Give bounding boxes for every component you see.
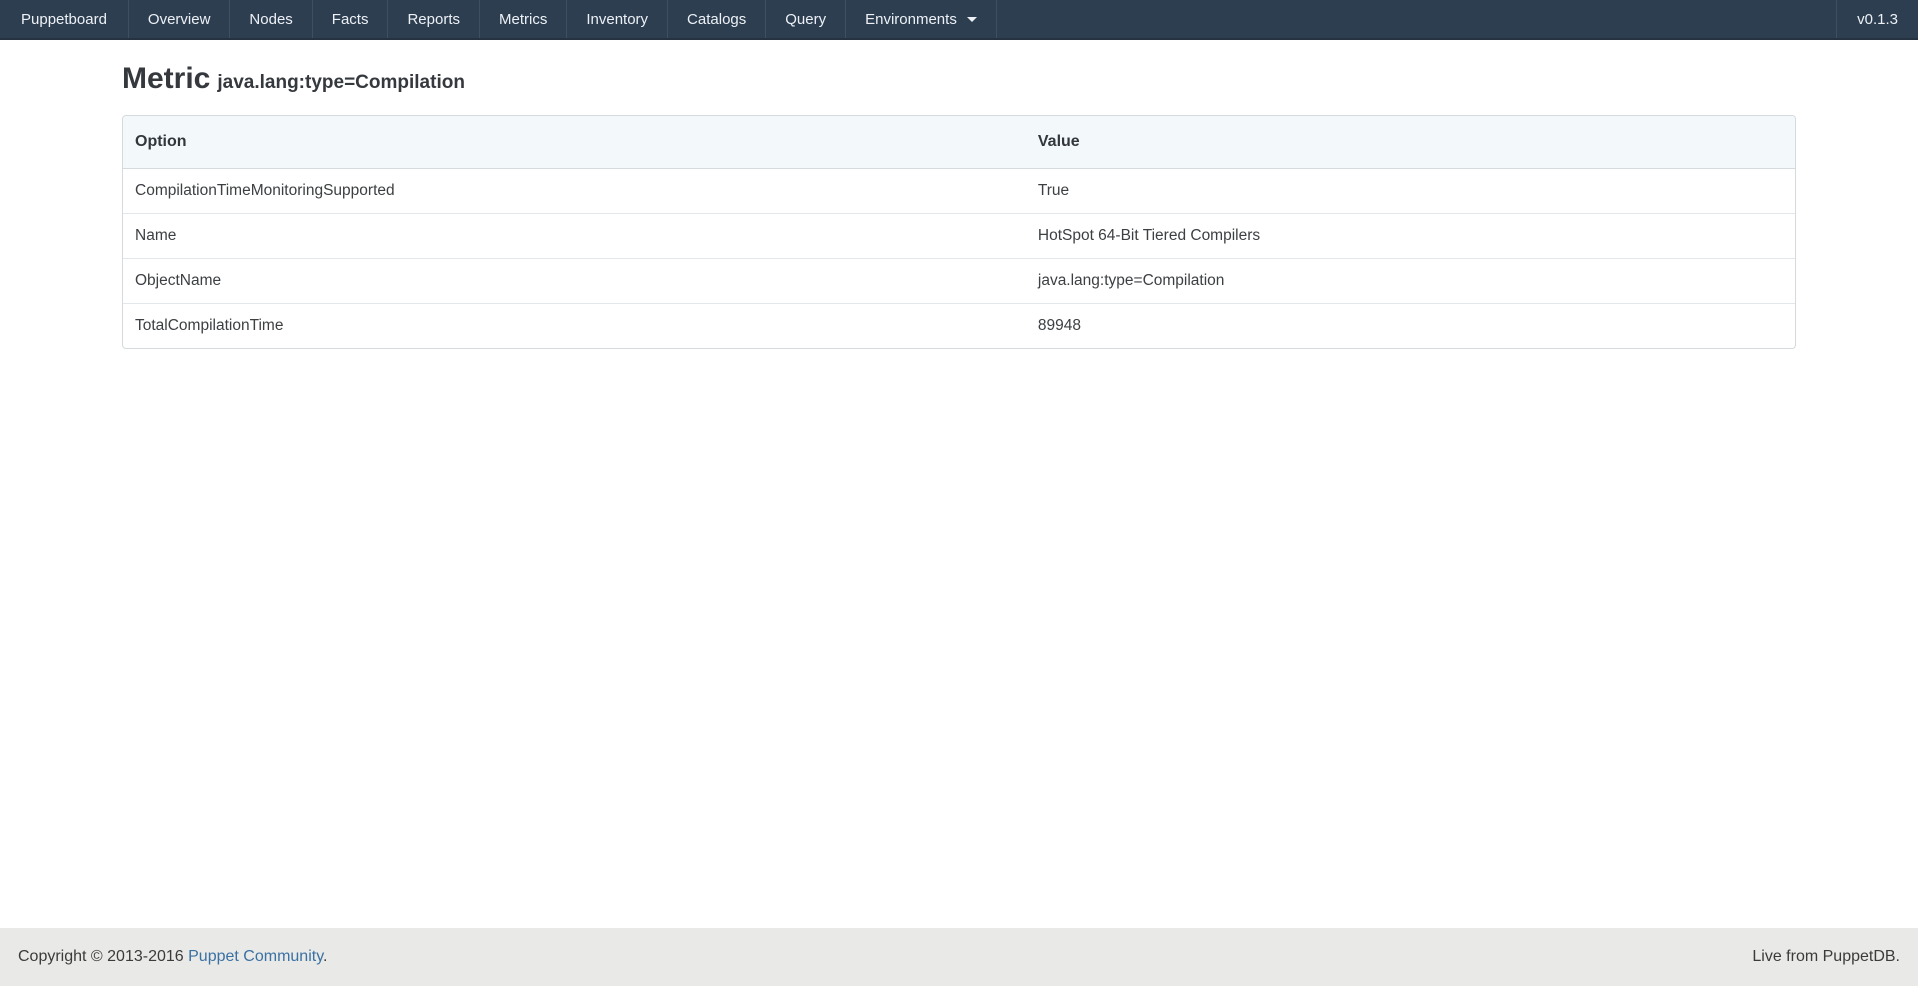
navbar-spacer	[997, 0, 1836, 38]
table-row: CompilationTimeMonitoringSupported True	[123, 169, 1795, 214]
nav-item-label: Query	[785, 11, 826, 28]
nav-dropdown-environments[interactable]: Environments	[846, 0, 997, 38]
nav-item-query[interactable]: Query	[766, 0, 846, 38]
puppet-community-link[interactable]: Puppet Community	[188, 948, 323, 965]
option-cell: TotalCompilationTime	[123, 304, 1026, 348]
page-title: Metric java.lang:type=Compilation	[122, 62, 1796, 97]
table-row: Name HotSpot 64-Bit Tiered Compilers	[123, 214, 1795, 259]
table-header-row: Option Value	[123, 116, 1795, 169]
value-cell: HotSpot 64-Bit Tiered Compilers	[1026, 214, 1795, 259]
nav-item-reports[interactable]: Reports	[388, 0, 480, 38]
option-cell: ObjectName	[123, 259, 1026, 304]
footer: Copyright © 2013-2016 Puppet Community. …	[0, 928, 1918, 986]
version-badge: v0.1.3	[1836, 0, 1918, 38]
navbar-brand[interactable]: Puppetboard	[0, 0, 129, 38]
page-subtitle: java.lang:type=Compilation	[217, 72, 465, 93]
value-cell: java.lang:type=Compilation	[1026, 259, 1795, 304]
footer-copyright: Copyright © 2013-2016 Puppet Community.	[18, 948, 327, 966]
option-cell: CompilationTimeMonitoringSupported	[123, 169, 1026, 214]
nav-item-inventory[interactable]: Inventory	[567, 0, 668, 38]
value-cell: 89948	[1026, 304, 1795, 348]
table-row: ObjectName java.lang:type=Compilation	[123, 259, 1795, 304]
nav-item-metrics[interactable]: Metrics	[480, 0, 567, 38]
copyright-text: Copyright © 2013-2016	[18, 948, 188, 965]
nav-item-label: Metrics	[499, 11, 547, 28]
column-header-value: Value	[1026, 116, 1795, 169]
nav-item-facts[interactable]: Facts	[313, 0, 389, 38]
copyright-period: .	[323, 948, 327, 965]
nav-item-label: Reports	[407, 11, 460, 28]
nav-item-overview[interactable]: Overview	[129, 0, 231, 38]
main-content: Metric java.lang:type=Compilation Option …	[122, 62, 1796, 349]
page-title-text: Metric	[122, 62, 210, 95]
nav-item-label: Overview	[148, 11, 211, 28]
nav-item-nodes[interactable]: Nodes	[230, 0, 312, 38]
nav-item-label: Inventory	[586, 11, 648, 28]
top-navbar: Puppetboard Overview Nodes Facts Reports…	[0, 0, 1918, 40]
nav-item-label: Environments	[865, 11, 957, 28]
footer-status: Live from PuppetDB.	[1752, 948, 1900, 966]
option-cell: Name	[123, 214, 1026, 259]
column-header-option: Option	[123, 116, 1026, 169]
nav-item-label: Catalogs	[687, 11, 746, 28]
value-cell: True	[1026, 169, 1795, 214]
nav-item-label: Nodes	[249, 11, 292, 28]
chevron-down-icon	[967, 17, 977, 22]
table-row: TotalCompilationTime 89948	[123, 304, 1795, 348]
version-label: v0.1.3	[1857, 11, 1898, 28]
nav-item-catalogs[interactable]: Catalogs	[668, 0, 766, 38]
metric-table: Option Value CompilationTimeMonitoringSu…	[122, 115, 1796, 349]
navbar-brand-label: Puppetboard	[21, 11, 107, 28]
nav-item-label: Facts	[332, 11, 369, 28]
